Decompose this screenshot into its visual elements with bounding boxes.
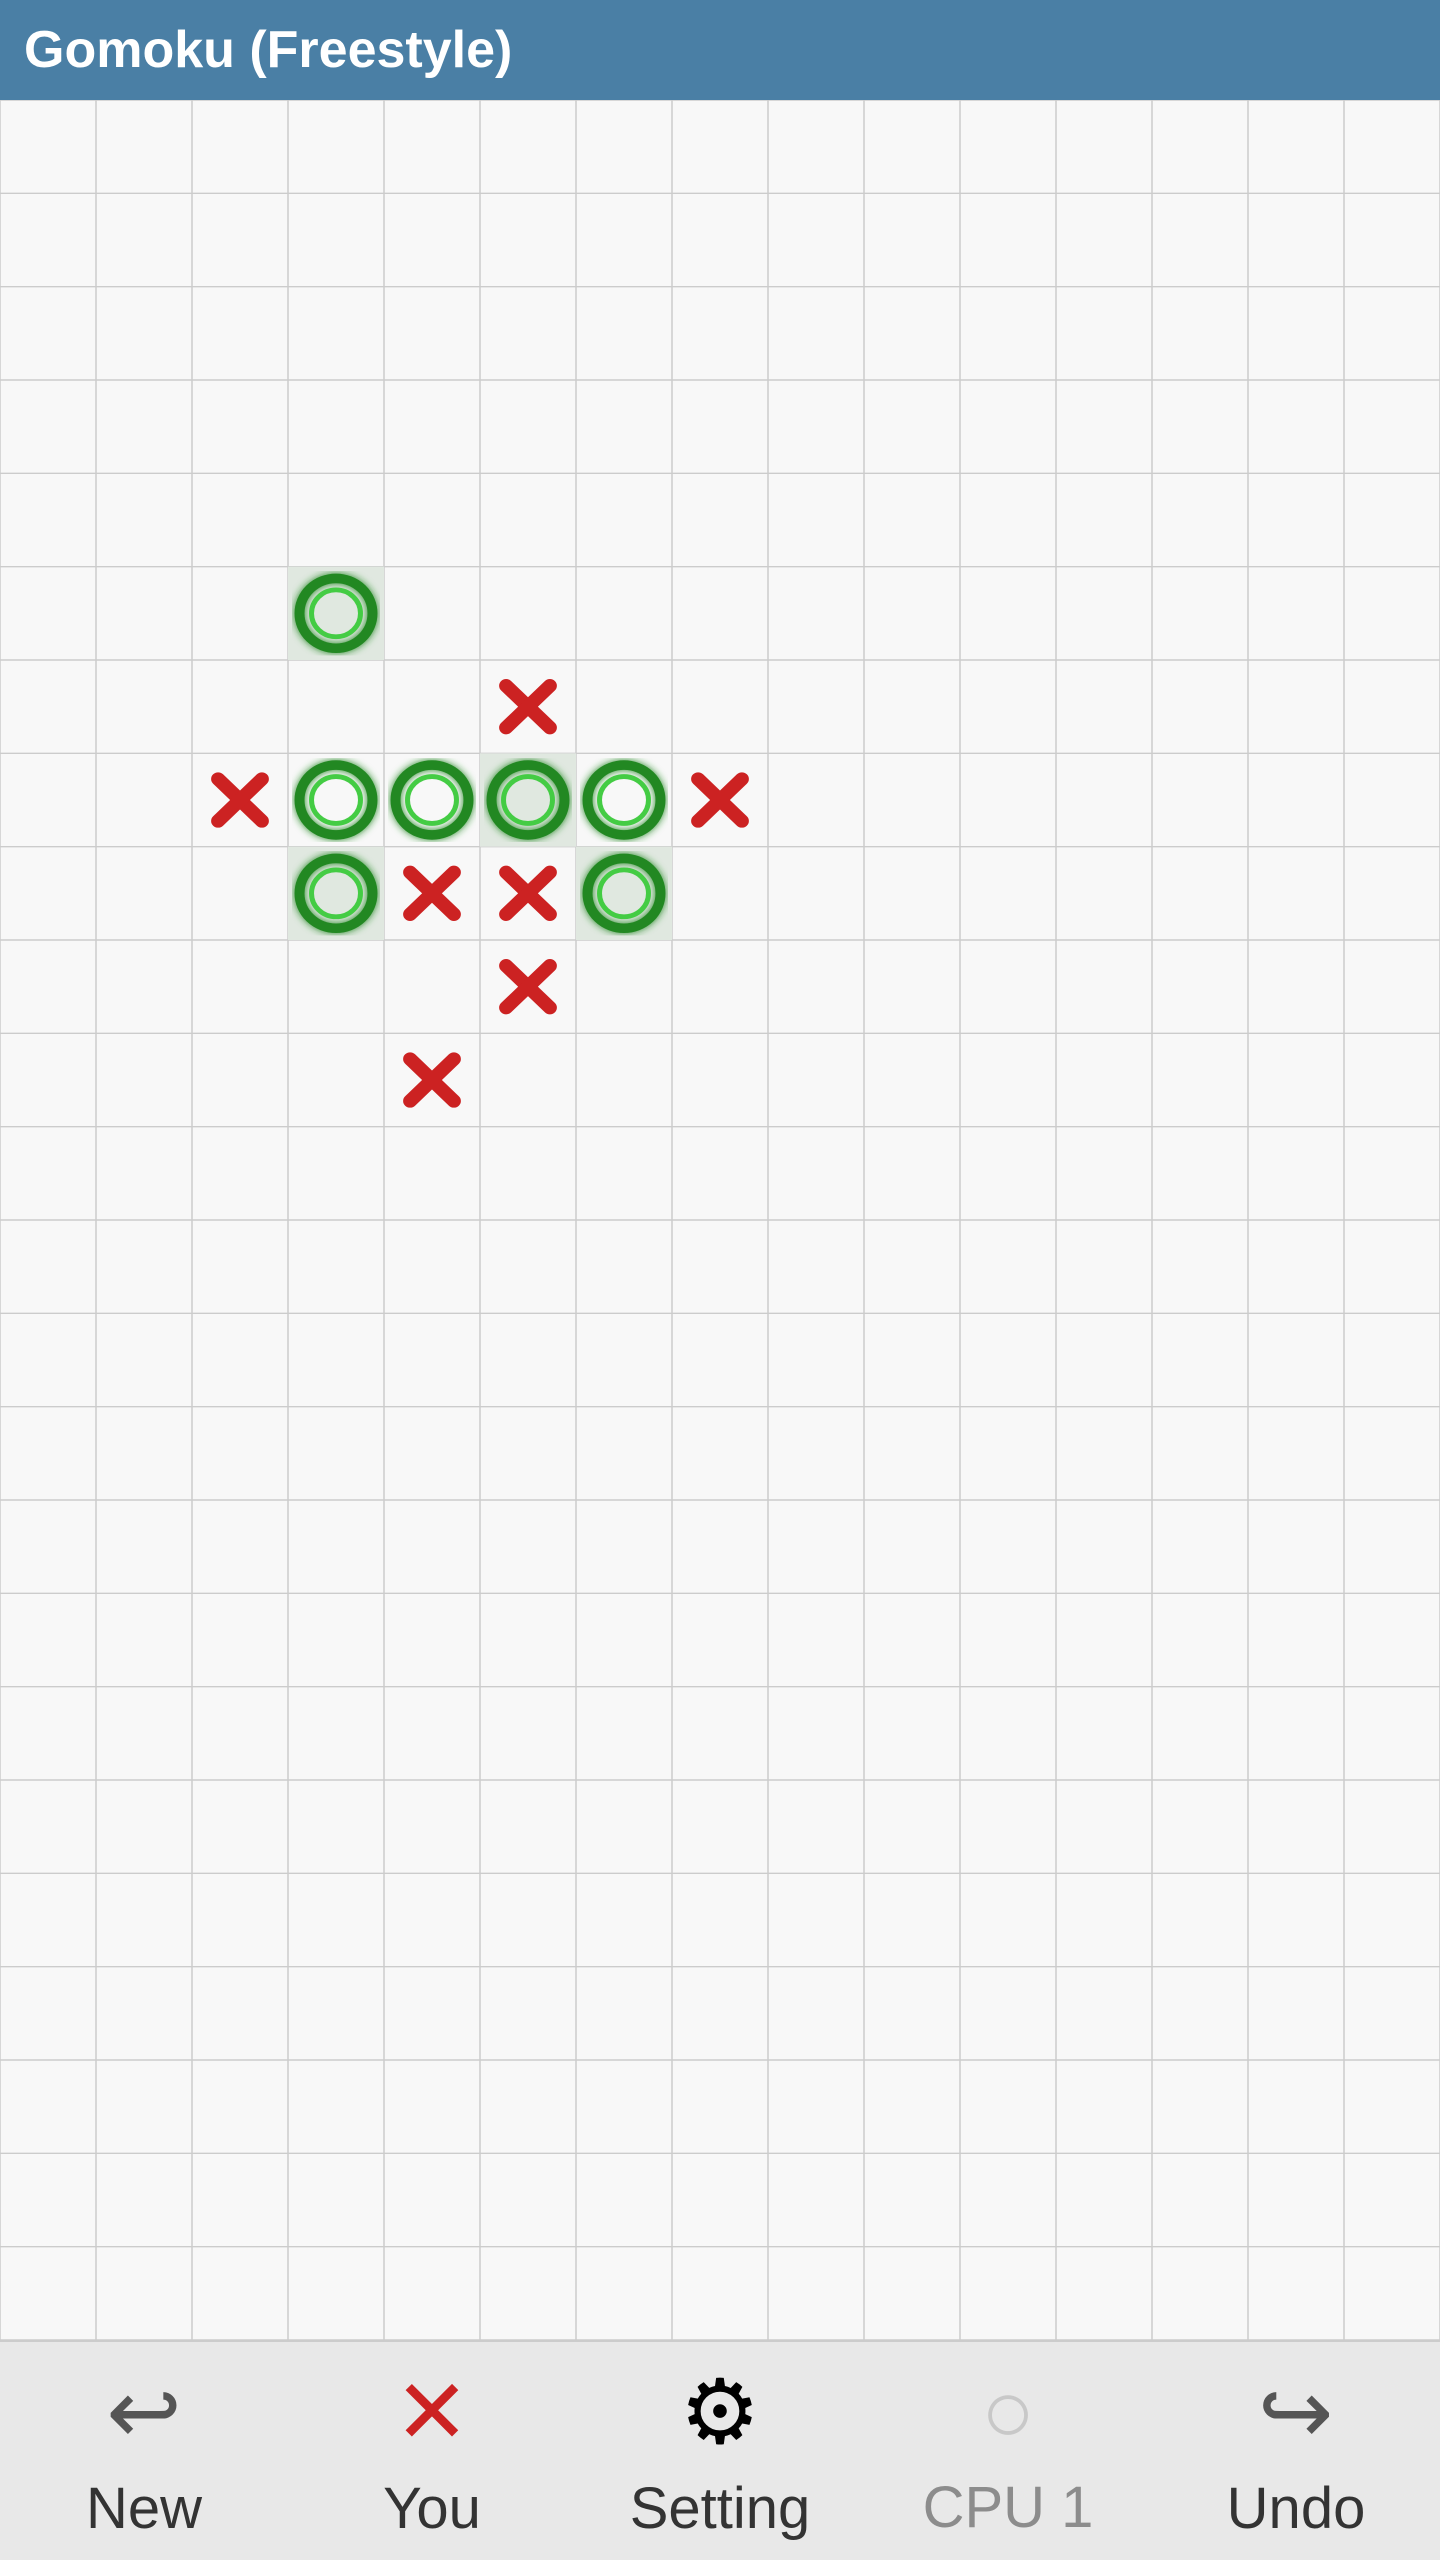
you-icon: ✕ [394, 2360, 469, 2465]
cpu-icon: ○ [981, 2361, 1035, 2464]
setting-button[interactable]: ⚙ Setting [580, 2340, 860, 2562]
new-button[interactable]: ↩ New [4, 2340, 284, 2562]
app-title: Gomoku (Freestyle) [24, 20, 512, 80]
undo-button[interactable]: ↩ Undo [1156, 2340, 1436, 2562]
game-area[interactable] [0, 100, 1440, 2340]
game-board[interactable] [0, 100, 1440, 2340]
you-button[interactable]: ✕ You [292, 2340, 572, 2562]
bottom-bar: ↩ New ✕ You ⚙ Setting ○ CPU 1 ↩ Undo [0, 2340, 1440, 2560]
title-bar: Gomoku (Freestyle) [0, 0, 1440, 100]
undo-icon: ↩ [1258, 2360, 1333, 2465]
cpu-button[interactable]: ○ CPU 1 [868, 2341, 1148, 2561]
cpu-label: CPU 1 [923, 2474, 1094, 2541]
grid-lines [0, 100, 1440, 2340]
new-icon: ↩ [106, 2360, 181, 2465]
undo-label: Undo [1227, 2475, 1366, 2542]
new-label: New [86, 2475, 202, 2542]
you-label: You [383, 2475, 481, 2542]
setting-icon: ⚙ [680, 2360, 761, 2465]
setting-label: Setting [630, 2475, 811, 2542]
